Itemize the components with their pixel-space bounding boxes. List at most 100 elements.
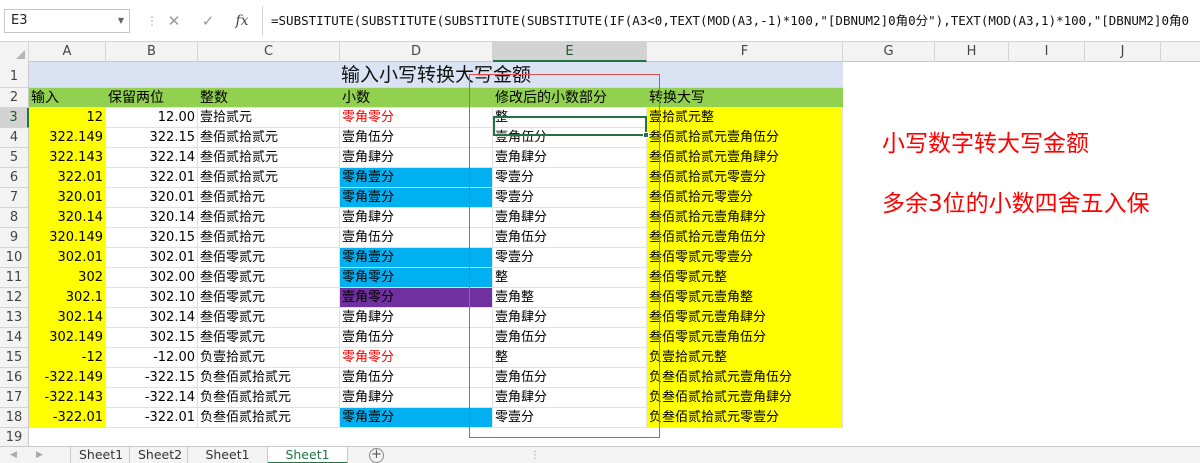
row-header[interactable]: 9 <box>0 228 29 248</box>
row-header[interactable]: 8 <box>0 208 29 228</box>
row-header[interactable]: 6 <box>0 168 29 188</box>
row-header[interactable]: 3 <box>0 108 29 128</box>
cell-modified-decimal[interactable]: 壹角肆分 <box>493 388 647 408</box>
column-header-e[interactable]: E <box>493 42 647 62</box>
cell-input[interactable]: 302.01 <box>29 248 106 268</box>
row-header[interactable]: 16 <box>0 368 29 388</box>
cell-modified-decimal[interactable]: 零壹分 <box>493 248 647 268</box>
cell-input[interactable]: 12 <box>29 108 106 128</box>
cell-integer[interactable]: 叁佰贰拾元 <box>198 188 340 208</box>
row-header[interactable]: 18 <box>0 408 29 428</box>
cell-converted[interactable]: 叁佰零贰元壹角整 <box>647 288 843 308</box>
header-cell-converted[interactable]: 转换大写 <box>647 88 843 108</box>
cell-integer[interactable]: 叁佰零贰元 <box>198 328 340 348</box>
cell-decimal[interactable]: 壹角肆分 <box>340 308 493 328</box>
cell-integer[interactable]: 叁佰贰拾贰元 <box>198 148 340 168</box>
cell-integer[interactable]: 壹拾贰元 <box>198 108 340 128</box>
cell-integer[interactable]: 叁佰贰拾贰元 <box>198 128 340 148</box>
cell-input[interactable]: -12 <box>29 348 106 368</box>
scroll-tabs-left-icon[interactable]: ◀ <box>10 447 17 463</box>
title-cell[interactable]: 输入小写转换大写金额 <box>29 62 843 88</box>
row-header[interactable]: 5 <box>0 148 29 168</box>
row-header[interactable]: 12 <box>0 288 29 308</box>
cell-decimal[interactable]: 壹角肆分 <box>340 388 493 408</box>
row-header[interactable]: 14 <box>0 328 29 348</box>
tab-sheet1-2[interactable]: Sheet1 (2) <box>188 447 268 463</box>
cell-modified-decimal[interactable]: 壹角伍分 <box>493 228 647 248</box>
cell-decimal[interactable]: 零角壹分 <box>340 248 493 268</box>
cell-decimal[interactable]: 零角零分 <box>340 348 493 368</box>
select-all-button[interactable] <box>0 42 29 62</box>
cell-converted[interactable]: 叁佰贰拾元壹角肆分 <box>647 208 843 228</box>
cell-converted[interactable]: 叁佰零贰元壹角伍分 <box>647 328 843 348</box>
cell-input[interactable]: 320.14 <box>29 208 106 228</box>
cell-modified-decimal[interactable]: 整 <box>493 108 647 128</box>
header-cell-decimal[interactable]: 小数 <box>340 88 493 108</box>
cell-rounded[interactable]: 322.14 <box>106 148 198 168</box>
cell-converted[interactable]: 叁佰贰拾贰元零壹分 <box>647 168 843 188</box>
cell-modified-decimal[interactable]: 整 <box>493 348 647 368</box>
cell-converted[interactable]: 叁佰贰拾贰元壹角伍分 <box>647 128 843 148</box>
cell-modified-decimal[interactable]: 零壹分 <box>493 168 647 188</box>
scroll-tabs-right-icon[interactable]: ▶ <box>36 447 43 463</box>
row-header[interactable]: 17 <box>0 388 29 408</box>
row-header[interactable]: 4 <box>0 128 29 148</box>
cell-input[interactable]: 302.149 <box>29 328 106 348</box>
cell-integer[interactable]: 叁佰零贰元 <box>198 308 340 328</box>
column-header-h[interactable]: H <box>935 42 1009 62</box>
tab-sheet2[interactable]: Sheet2 <box>130 447 188 463</box>
row-header[interactable]: 13 <box>0 308 29 328</box>
cell-rounded[interactable]: 12.00 <box>106 108 198 128</box>
cell-converted[interactable]: 负壹拾贰元整 <box>647 348 843 368</box>
cell-decimal[interactable]: 零角壹分 <box>340 408 493 428</box>
insert-function-icon[interactable]: fx <box>230 9 254 33</box>
cell-decimal[interactable]: 零角壹分 <box>340 168 493 188</box>
cell-modified-decimal[interactable]: 壹角整 <box>493 288 647 308</box>
tab-sheet1-3[interactable]: Sheet1 (3) <box>268 447 348 463</box>
column-header-a[interactable]: A <box>29 42 106 62</box>
cell-integer[interactable]: 叁佰零贰元 <box>198 268 340 288</box>
cell-converted[interactable]: 叁佰零贰元零壹分 <box>647 248 843 268</box>
column-header-c[interactable]: C <box>198 42 340 62</box>
column-header-j[interactable]: J <box>1085 42 1161 62</box>
cell-integer[interactable]: 叁佰贰拾元 <box>198 228 340 248</box>
row-header[interactable]: 19 <box>0 428 29 446</box>
scroll-splitter-icon[interactable]: ⋮ <box>530 450 540 461</box>
cell-rounded[interactable]: 320.14 <box>106 208 198 228</box>
cell-integer[interactable]: 叁佰贰拾元 <box>198 208 340 228</box>
cell-decimal[interactable]: 壹角伍分 <box>340 328 493 348</box>
cell-converted[interactable]: 叁佰贰拾贰元壹角肆分 <box>647 148 843 168</box>
cell-modified-decimal[interactable]: 零壹分 <box>493 188 647 208</box>
chevron-down-icon[interactable]: ▼ <box>118 10 124 32</box>
cell-integer[interactable]: 叁佰零贰元 <box>198 248 340 268</box>
cell-converted[interactable]: 负叁佰贰拾贰元壹角肆分 <box>647 388 843 408</box>
row-header[interactable]: 11 <box>0 268 29 288</box>
cell-input[interactable]: -322.01 <box>29 408 106 428</box>
cell-integer[interactable]: 负叁佰贰拾贰元 <box>198 368 340 388</box>
cell-decimal[interactable]: 零角零分 <box>340 268 493 288</box>
cell-decimal[interactable]: 壹角伍分 <box>340 128 493 148</box>
cell-modified-decimal[interactable]: 壹角伍分 <box>493 368 647 388</box>
cell-modified-decimal[interactable]: 壹角肆分 <box>493 148 647 168</box>
column-header-g[interactable]: G <box>843 42 935 62</box>
header-cell-integer[interactable]: 整数 <box>198 88 340 108</box>
cell-modified-decimal[interactable]: 壹角肆分 <box>493 308 647 328</box>
cell-rounded[interactable]: 322.01 <box>106 168 198 188</box>
cell-modified-decimal[interactable]: 零壹分 <box>493 408 647 428</box>
row-header[interactable]: 7 <box>0 188 29 208</box>
cell-rounded[interactable]: 302.15 <box>106 328 198 348</box>
cell-modified-decimal[interactable]: 壹角伍分 <box>493 128 647 148</box>
cell-input[interactable]: 320.01 <box>29 188 106 208</box>
cell-decimal[interactable]: 零角壹分 <box>340 188 493 208</box>
cell-converted[interactable]: 负叁佰贰拾贰元零壹分 <box>647 408 843 428</box>
column-header-f[interactable]: F <box>647 42 843 62</box>
column-header-b[interactable]: B <box>106 42 198 62</box>
cell-modified-decimal[interactable]: 整 <box>493 268 647 288</box>
cell-integer[interactable]: 负壹拾贰元 <box>198 348 340 368</box>
header-cell-modified-decimal[interactable]: 修改后的小数部分 <box>493 88 647 108</box>
row-header[interactable]: 2 <box>0 88 29 108</box>
cell-rounded[interactable]: 320.15 <box>106 228 198 248</box>
cell-integer[interactable]: 叁佰贰拾贰元 <box>198 168 340 188</box>
cell-integer[interactable]: 叁佰零贰元 <box>198 288 340 308</box>
cell-input[interactable]: -322.149 <box>29 368 106 388</box>
